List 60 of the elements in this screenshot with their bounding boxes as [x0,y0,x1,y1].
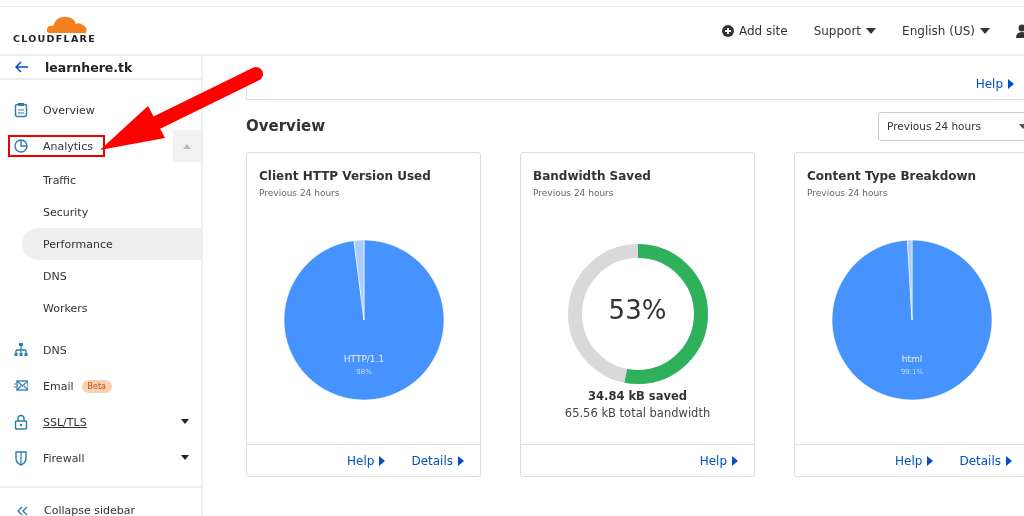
section-title: Overview [246,117,326,135]
card-subtitle: Previous 24 hours [532,187,615,198]
help-link[interactable]: Help [699,453,738,468]
saved-amount: 34.84 kB saved [588,388,687,403]
card-title: Client HTTP Version Used [258,168,432,183]
card-subtitle: Previous 24 hours [258,187,341,198]
details-link[interactable]: Details [411,453,464,468]
help-link[interactable]: Help [975,76,1014,91]
caret-right-icon [379,455,386,466]
nav-item[interactable]: SSL/TLS [0,404,201,440]
caret-right-icon [732,455,738,466]
caret-right-icon [927,455,934,466]
caret-right-icon [1008,78,1014,89]
nav-subitem[interactable]: Workers [22,292,201,324]
back-arrow-icon [15,61,29,73]
help-link[interactable]: Help [347,453,386,468]
shield-icon [14,450,28,466]
caret-icon [1019,123,1024,129]
help-link[interactable]: Help [895,453,934,468]
highlight-box: Analytics [8,135,105,157]
nav-item[interactable]: DNS [0,332,201,368]
menu-button[interactable]: English (US) [902,23,990,38]
total-bandwidth: 65.56 kB total bandwidth [564,405,711,420]
caret-icon [866,27,877,34]
caret-right-icon [458,455,464,466]
lock-icon [14,414,28,430]
slice-label: HTTP/1.1 [343,354,384,364]
plus-icon [721,24,734,37]
slice-label: html [901,354,922,364]
double-chevron-icon [16,505,28,516]
caret-right-icon [1006,455,1012,466]
caret-icon [980,27,990,34]
menu-button[interactable]: Support [813,23,877,38]
nav-subitem[interactable]: Performance [22,228,201,260]
beta-badge: Beta [81,379,112,393]
nav-item[interactable]: Overview [0,92,201,128]
nav-item[interactable]: Email Beta [0,368,201,404]
nav-item[interactable]: Analytics [0,128,201,164]
user-button[interactable] [1016,23,1024,38]
collapse-toggle[interactable] [173,130,201,162]
nav-item[interactable]: Firewall [0,440,201,476]
details-link[interactable]: Details [959,453,1012,468]
collapse-sidebar-link[interactable]: Collapse sidebar [44,504,136,516]
nav-subitem[interactable]: DNS [22,260,201,292]
site-name: learnhere.tk [45,59,133,75]
card-title: Content Type Breakdown [806,168,978,183]
user-icon [1016,23,1024,38]
sitemap-icon [14,342,28,358]
pie-chart-icon [14,138,28,154]
clipboard-icon [14,102,28,118]
mail-icon [14,378,28,394]
percentage: 53% [607,294,668,325]
card-title: Bandwidth Saved [532,168,652,183]
nav-subitem[interactable]: Traffic [22,164,201,196]
caret-up-icon [183,143,191,149]
card-subtitle: Previous 24 hours [806,187,889,198]
cloudflare-logo[interactable]: CLOUDFLARE [12,11,96,44]
nav-subitem[interactable]: Security [22,196,201,228]
time-range-select[interactable]: Previous 24 hours [878,111,1024,141]
add-site-button[interactable]: Add site [721,23,788,38]
